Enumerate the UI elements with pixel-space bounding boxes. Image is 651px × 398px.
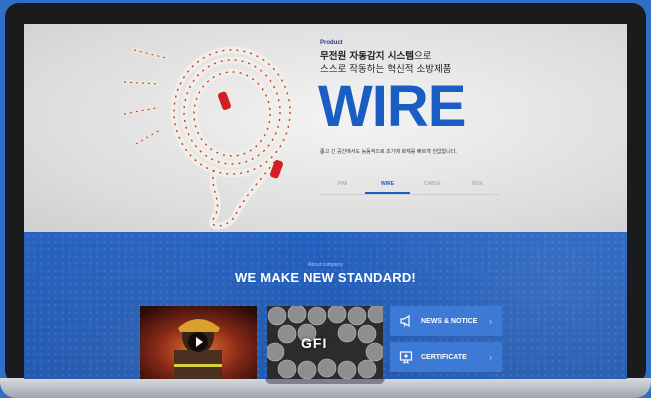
product-description: 좁고 긴 공간에서도 능동적으로 초기에 화재를 빠르게 진압합니다. [320, 149, 457, 155]
headline-bold: 무전원 자동감지 시스템 [320, 51, 415, 62]
certificate-button[interactable]: CERTIFICATE › [390, 342, 502, 372]
product-title: WIRE [318, 74, 466, 139]
tab-wire[interactable]: WIRE [365, 176, 410, 194]
tab-cable[interactable]: CABLE [410, 176, 455, 194]
hero-headline: 무전원 자동감지 시스템으로 스스로 작동하는 혁신적 소방제품 [320, 50, 451, 76]
gfi-logo: GFI [301, 335, 328, 351]
product-label: Product [320, 40, 343, 46]
news-notice-button[interactable]: NEWS & NOTICE › [390, 306, 502, 336]
coiled-wire-illustration [121, 46, 294, 230]
video-card[interactable] [140, 306, 257, 379]
hero-section: Product 무전원 자동감지 시스템으로 스스로 작동하는 혁신적 소방제품… [24, 24, 627, 232]
news-notice-label: NEWS & NOTICE [421, 317, 478, 325]
chevron-right-icon: › [489, 316, 492, 326]
certificate-icon [399, 351, 413, 364]
certificate-label: CERTIFICATE [421, 353, 467, 361]
burst-lines-icon [121, 47, 169, 147]
about-section: About company WE MAKE NEW STANDARD! GFI … [24, 232, 627, 379]
product-tabs: PWI WIRE CABLE BOX [320, 176, 500, 195]
megaphone-icon [400, 314, 410, 328]
section-title: WE MAKE NEW STANDARD! [235, 270, 416, 285]
headline-suffix: 으로 [414, 51, 432, 62]
tab-box[interactable]: BOX [455, 176, 500, 194]
tab-pwi[interactable]: PWI [320, 176, 365, 194]
gfi-card[interactable]: GFI [267, 306, 383, 379]
about-kicker: About company [308, 262, 343, 268]
chevron-right-icon: › [489, 352, 492, 362]
play-icon[interactable] [188, 332, 208, 352]
website-screen: Product 무전원 자동감지 시스템으로 스스로 작동하는 혁신적 소방제품… [24, 24, 627, 379]
